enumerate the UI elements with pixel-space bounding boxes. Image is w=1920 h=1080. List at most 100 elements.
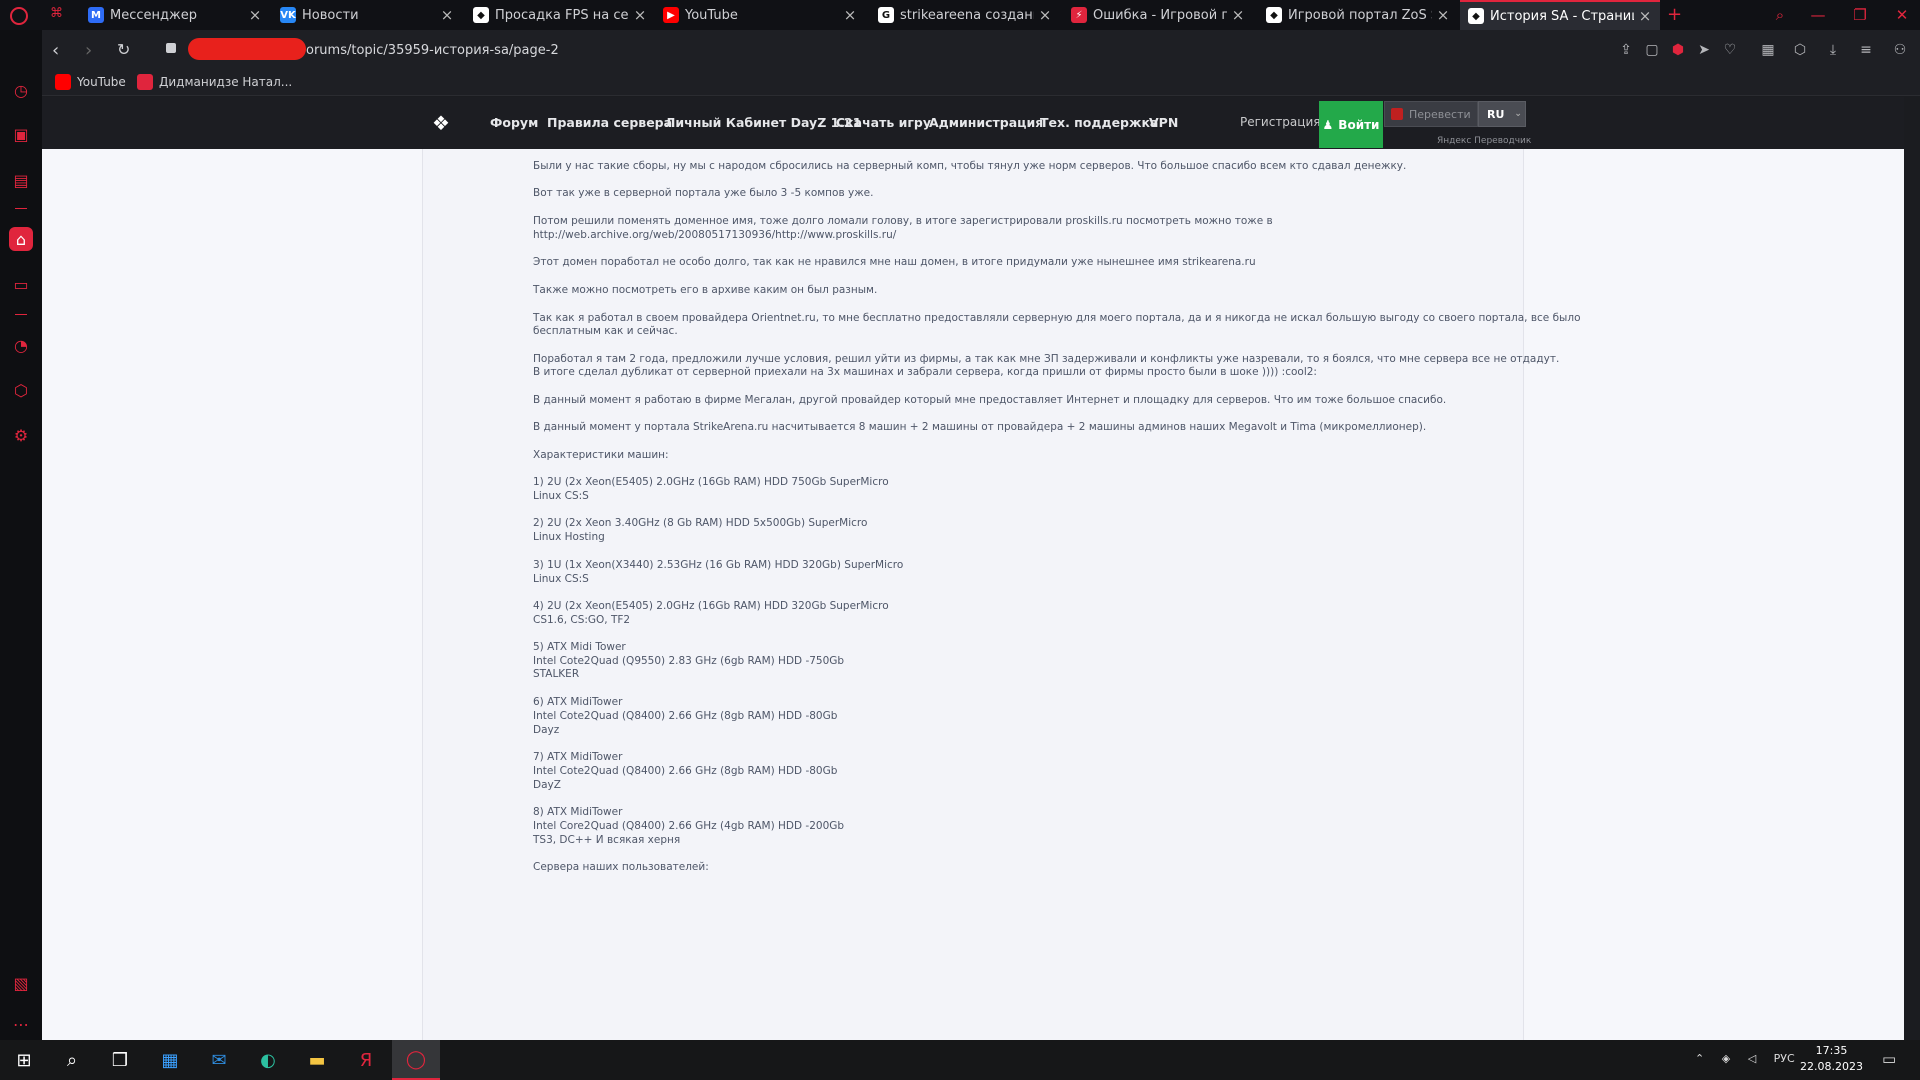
twitch-icon[interactable]: ▭ bbox=[9, 272, 33, 296]
close-tab-icon[interactable]: × bbox=[1038, 6, 1052, 24]
gamepad-icon[interactable]: ⌘ bbox=[50, 6, 63, 21]
opera-gx-icon[interactable]: ◯ bbox=[392, 1040, 440, 1080]
search-icon[interactable]: ⌕ bbox=[48, 1040, 96, 1080]
bookmark-label: Дидманидзе Натал... bbox=[159, 75, 293, 89]
tab-title: Просадка FPS на сервере bbox=[495, 7, 629, 23]
tab[interactable]: ◆ Игровой портал ZoS Strik× bbox=[1258, 0, 1458, 30]
tab[interactable]: М Мессенджер × bbox=[80, 0, 270, 30]
task-view-icon[interactable]: ❒ bbox=[96, 1040, 144, 1080]
forward-button[interactable]: › bbox=[85, 40, 92, 61]
nav-support[interactable]: Тех. поддержка bbox=[1040, 115, 1158, 130]
youtube-icon: ▶ bbox=[663, 7, 679, 23]
new-tab-button[interactable]: + bbox=[1667, 4, 1682, 25]
minimize-button[interactable]: — bbox=[1800, 0, 1836, 30]
post-line: Intel Cote2Quad (Q9550) 2.83 GHz (6gb RA… bbox=[533, 655, 845, 667]
extensions-icon[interactable]: ⬡ bbox=[1790, 40, 1810, 60]
language-select[interactable]: RU ⌄ bbox=[1478, 101, 1526, 127]
nav-download[interactable]: Скачать игру bbox=[836, 115, 931, 130]
gx-control-icon[interactable]: ▦ bbox=[1758, 40, 1778, 60]
history-icon[interactable]: ◔ bbox=[9, 333, 33, 357]
close-tab-icon[interactable]: × bbox=[440, 6, 454, 24]
download-icon[interactable]: ⤓ bbox=[1823, 40, 1843, 60]
post-line[interactable]: http://web.archive.org/web/2008051713093… bbox=[533, 229, 896, 241]
google-icon: G bbox=[878, 7, 894, 23]
login-label: Войти bbox=[1338, 117, 1380, 132]
menu-icon[interactable]: ≡ bbox=[1856, 40, 1876, 60]
clock-date: 22.08.2023 bbox=[1800, 1060, 1863, 1073]
chevron-up-icon[interactable]: ⌃ bbox=[1695, 1052, 1704, 1065]
close-tab-icon[interactable]: × bbox=[843, 6, 857, 24]
adblock-icon[interactable]: ⬢ bbox=[1668, 40, 1688, 60]
post-line: 3) 1U (1x Xeon(X3440) 2.53GHz (16 Gb RAM… bbox=[533, 559, 904, 571]
post-line: Поработал я там 2 года, предложили лучше… bbox=[533, 353, 1560, 365]
maximize-button[interactable]: ❐ bbox=[1842, 0, 1878, 30]
photo-icon[interactable]: ▧ bbox=[9, 971, 33, 995]
bookmark-didmanidze[interactable]: Дидманидзе Натал... bbox=[137, 74, 292, 90]
bag-icon[interactable]: ▣ bbox=[9, 122, 33, 146]
tab[interactable]: ⚡ Ошибка - Игровой портал× bbox=[1063, 0, 1253, 30]
cube-icon[interactable]: ⬡ bbox=[9, 378, 33, 402]
redaction-mark bbox=[188, 38, 306, 60]
network-icon[interactable]: ◈ bbox=[1722, 1052, 1730, 1065]
nav-vpn[interactable]: VPN bbox=[1149, 115, 1178, 130]
snapshot-icon[interactable]: ▢ bbox=[1642, 40, 1662, 60]
notifications-icon[interactable]: ▭ bbox=[1882, 1050, 1896, 1068]
nav-admin[interactable]: Администрация bbox=[929, 115, 1043, 130]
post-line: Сервера наших пользователей: bbox=[533, 861, 709, 873]
settings-icon[interactable]: ⚙ bbox=[9, 423, 33, 447]
speed-dial-icon[interactable]: ◷ bbox=[9, 78, 33, 102]
post-line: CS1.6, CS:GO, TF2 bbox=[533, 614, 631, 626]
nav-cabinet[interactable]: Личный Кабинет DayZ 1.21 bbox=[665, 115, 861, 130]
tab[interactable]: ◆ Просадка FPS на сервере× bbox=[465, 0, 655, 30]
tab-title: strikeareena создание про bbox=[900, 7, 1034, 23]
close-tab-icon[interactable]: × bbox=[1436, 6, 1450, 24]
yandex-browser-icon[interactable]: Я bbox=[342, 1040, 390, 1080]
bookmark-youtube[interactable]: YouTube bbox=[55, 74, 126, 90]
search-tabs-icon[interactable]: ⌕ bbox=[1762, 0, 1798, 30]
home-icon[interactable]: ⌂ bbox=[9, 227, 33, 251]
tab[interactable]: VK Новости × bbox=[272, 0, 462, 30]
reload-button[interactable]: ↻ bbox=[117, 40, 130, 59]
profile-icon[interactable]: ⚇ bbox=[1890, 40, 1910, 60]
post-line: STALKER bbox=[533, 668, 580, 680]
close-tab-icon[interactable]: × bbox=[1638, 7, 1652, 25]
edge-icon[interactable]: ◐ bbox=[244, 1040, 292, 1080]
heart-icon[interactable]: ♡ bbox=[1720, 40, 1740, 60]
heart-icon bbox=[137, 74, 153, 90]
nav-forum[interactable]: Форум bbox=[490, 115, 538, 130]
system-tray[interactable]: ⌃ ◈ ◁ РУС bbox=[1695, 1052, 1795, 1065]
close-tab-icon[interactable]: × bbox=[633, 6, 647, 24]
close-tab-icon[interactable]: × bbox=[1231, 6, 1245, 24]
error-icon: ⚡ bbox=[1071, 7, 1087, 23]
more-icon[interactable]: ⋯ bbox=[9, 1012, 33, 1036]
tab[interactable]: ◆ История SA - Страница 2× bbox=[1460, 0, 1660, 30]
post-line: В данный момент у портала StrikeArena.ru… bbox=[533, 421, 1427, 433]
translate-button[interactable]: Перевести bbox=[1384, 101, 1478, 127]
url-field[interactable]: orums/topic/35959-история-sa/page-2 bbox=[306, 43, 559, 58]
post-line: 7) ATX MidiTower bbox=[533, 751, 623, 763]
site-logo-icon[interactable]: ❖ bbox=[432, 111, 458, 135]
store-icon[interactable]: ▦ bbox=[146, 1040, 194, 1080]
nav-rules[interactable]: Правила сервера bbox=[547, 115, 672, 130]
camera-icon[interactable]: ▤ bbox=[9, 168, 33, 192]
post-line: Так как я работал в своем провайдера Ori… bbox=[533, 312, 1581, 324]
mail-icon[interactable]: ✉ bbox=[195, 1040, 243, 1080]
input-language[interactable]: РУС bbox=[1774, 1052, 1795, 1065]
close-tab-icon[interactable]: × bbox=[248, 6, 262, 24]
volume-icon[interactable]: ◁ bbox=[1748, 1052, 1756, 1065]
opera-logo-icon[interactable] bbox=[10, 7, 28, 25]
tab[interactable]: ▶ YouTube × bbox=[655, 0, 865, 30]
post-line: Intel Cote2Quad (Q8400) 2.66 GHz (8gb RA… bbox=[533, 710, 838, 722]
register-link[interactable]: Регистрация bbox=[1240, 115, 1320, 129]
tab-title: Ошибка - Игровой портал bbox=[1093, 7, 1227, 23]
system-clock[interactable]: 17:35 22.08.2023 bbox=[1800, 1043, 1863, 1075]
send-icon[interactable]: ➤ bbox=[1694, 40, 1714, 60]
close-window-button[interactable]: ✕ bbox=[1884, 0, 1920, 30]
login-button[interactable]: ♟ Войти bbox=[1319, 101, 1383, 148]
tab[interactable]: Gstrikeareena создание про× bbox=[870, 0, 1060, 30]
start-button[interactable]: ⊞ bbox=[0, 1040, 48, 1080]
share-icon[interactable]: ⇪ bbox=[1616, 40, 1636, 60]
back-button[interactable]: ‹ bbox=[52, 40, 59, 61]
file-explorer-icon[interactable]: ▬ bbox=[293, 1040, 341, 1080]
post-line: TS3, DC++ И всякая херня bbox=[533, 834, 681, 846]
